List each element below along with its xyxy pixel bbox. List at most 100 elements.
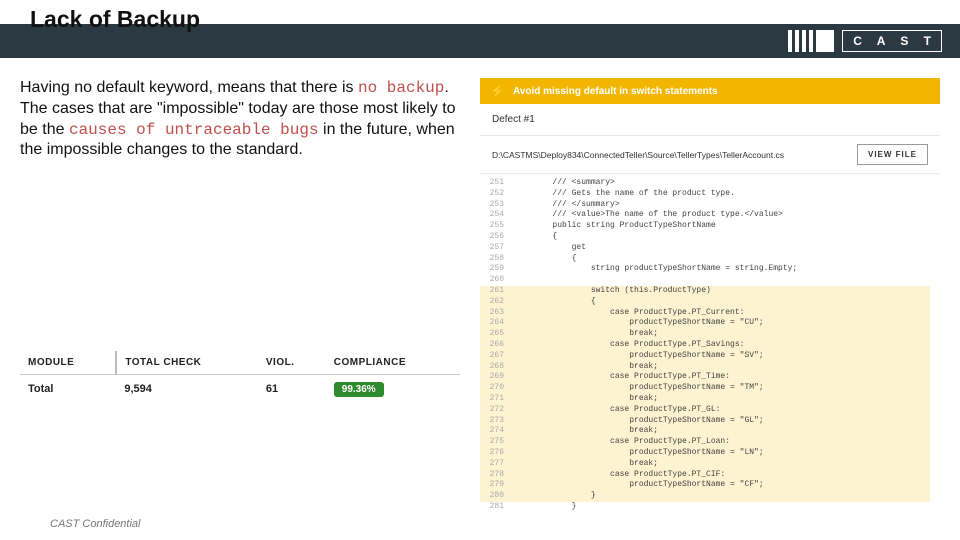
line-number: 253 (480, 200, 514, 211)
line-number: 262 (480, 297, 514, 308)
code-line: 268 break; (480, 362, 930, 373)
code-text: { (514, 232, 557, 243)
code-line: 258 { (480, 254, 930, 265)
line-number: 266 (480, 340, 514, 351)
description-paragraph: Having no default keyword, means that th… (20, 78, 460, 161)
code-line: 254 /// <value>The name of the product t… (480, 210, 930, 221)
code-line: 266 case ProductType.PT_Savings: (480, 340, 930, 351)
para-code-1: no backup (358, 79, 444, 97)
code-line: 253 /// </summary> (480, 200, 930, 211)
line-number: 252 (480, 189, 514, 200)
th-compliance: COMPLIANCE (326, 351, 460, 375)
code-line: 259 string productTypeShortName = string… (480, 264, 930, 275)
line-number: 255 (480, 221, 514, 232)
line-number: 277 (480, 459, 514, 470)
line-number: 258 (480, 254, 514, 265)
code-text: case ProductType.PT_Loan: (514, 437, 730, 448)
code-text: /// <value>The name of the product type.… (514, 210, 783, 221)
code-text: /// </summary> (514, 200, 620, 211)
code-text: case ProductType.PT_CIF: (514, 470, 725, 481)
line-number: 272 (480, 405, 514, 416)
code-text: } (514, 502, 576, 513)
td-compliance: 99.36% (326, 375, 460, 404)
view-file-button[interactable]: VIEW FILE (857, 144, 928, 165)
line-number: 280 (480, 491, 514, 502)
code-line: 280 } (480, 491, 930, 502)
compliance-badge: 99.36% (334, 382, 384, 397)
code-line: 277 break; (480, 459, 930, 470)
code-text: productTypeShortName = "TM"; (514, 383, 764, 394)
code-line: 273 productTypeShortName = "GL"; (480, 416, 930, 427)
code-line: 261 switch (this.ProductType) (480, 286, 930, 297)
line-number: 256 (480, 232, 514, 243)
code-block: 251 /// <summary>252 /// Gets the name o… (480, 174, 940, 520)
code-text: break; (514, 394, 658, 405)
line-number: 251 (480, 178, 514, 189)
header: Lack of Backup C A S T (0, 0, 960, 58)
line-number: 261 (480, 286, 514, 297)
brand-name: C A S T (842, 30, 942, 52)
code-line: 269 case ProductType.PT_Time: (480, 372, 930, 383)
code-report-panel: ⚡ Avoid missing default in switch statem… (480, 78, 940, 520)
logo-bars-icon (788, 30, 834, 52)
code-line: 276 productTypeShortName = "LN"; (480, 448, 930, 459)
code-text: /// <summary> (514, 178, 615, 189)
line-number: 273 (480, 416, 514, 427)
code-text: string productTypeShortName = string.Emp… (514, 264, 797, 275)
line-number: 254 (480, 210, 514, 221)
code-text: break; (514, 329, 658, 340)
line-number: 278 (480, 470, 514, 481)
code-line: 257 get (480, 243, 930, 254)
code-text: switch (this.ProductType) (514, 286, 711, 297)
banner-text: Avoid missing default in switch statemen… (513, 86, 718, 97)
code-line: 262 { (480, 297, 930, 308)
code-text: get (514, 243, 586, 254)
footer-confidential: CAST Confidential (50, 518, 141, 530)
code-text: break; (514, 459, 658, 470)
file-path: D:\CASTMS\Deploy834\ConnectedTeller\Sour… (492, 150, 784, 160)
code-text: { (514, 254, 576, 265)
defect-label: Defect #1 (492, 114, 535, 125)
line-number: 269 (480, 372, 514, 383)
code-line: 271 break; (480, 394, 930, 405)
line-number: 257 (480, 243, 514, 254)
code-line: 278 case ProductType.PT_CIF: (480, 470, 930, 481)
page-title: Lack of Backup (30, 6, 200, 33)
code-text: /// Gets the name of the product type. (514, 189, 735, 200)
th-viol: VIOL. (258, 351, 326, 375)
code-line: 274 break; (480, 426, 930, 437)
code-line: 260 (480, 275, 930, 286)
code-text: public string ProductTypeShortName (514, 221, 716, 232)
line-number: 270 (480, 383, 514, 394)
code-line: 265 break; (480, 329, 930, 340)
code-text: case ProductType.PT_GL: (514, 405, 720, 416)
code-text: break; (514, 362, 658, 373)
code-text: productTypeShortName = "CF"; (514, 480, 764, 491)
brand-logo: C A S T (788, 30, 942, 52)
code-line: 256 { (480, 232, 930, 243)
line-number: 274 (480, 426, 514, 437)
line-number: 260 (480, 275, 514, 286)
line-number: 264 (480, 318, 514, 329)
code-text: { (514, 297, 596, 308)
td-total-check: 9,594 (116, 375, 258, 404)
code-text: case ProductType.PT_Time: (514, 372, 730, 383)
code-text: productTypeShortName = "GL"; (514, 416, 764, 427)
line-number: 267 (480, 351, 514, 362)
code-text: productTypeShortName = "LN"; (514, 448, 764, 459)
line-number: 275 (480, 437, 514, 448)
code-text: } (514, 491, 596, 502)
table-header-row: MODULE TOTAL CHECK VIOL. COMPLIANCE (20, 351, 460, 375)
para-text-1: Having no default keyword, means that th… (20, 79, 358, 96)
code-text: case ProductType.PT_Savings: (514, 340, 744, 351)
line-number: 281 (480, 502, 514, 513)
line-number: 259 (480, 264, 514, 275)
td-viol: 61 (258, 375, 326, 404)
line-number: 265 (480, 329, 514, 340)
code-line: 279 productTypeShortName = "CF"; (480, 480, 930, 491)
code-line: 251 /// <summary> (480, 178, 930, 189)
code-text: case ProductType.PT_Current: (514, 308, 744, 319)
line-number: 279 (480, 480, 514, 491)
para-code-2: causes of untraceable bugs (69, 121, 319, 139)
code-line: 252 /// Gets the name of the product typ… (480, 189, 930, 200)
